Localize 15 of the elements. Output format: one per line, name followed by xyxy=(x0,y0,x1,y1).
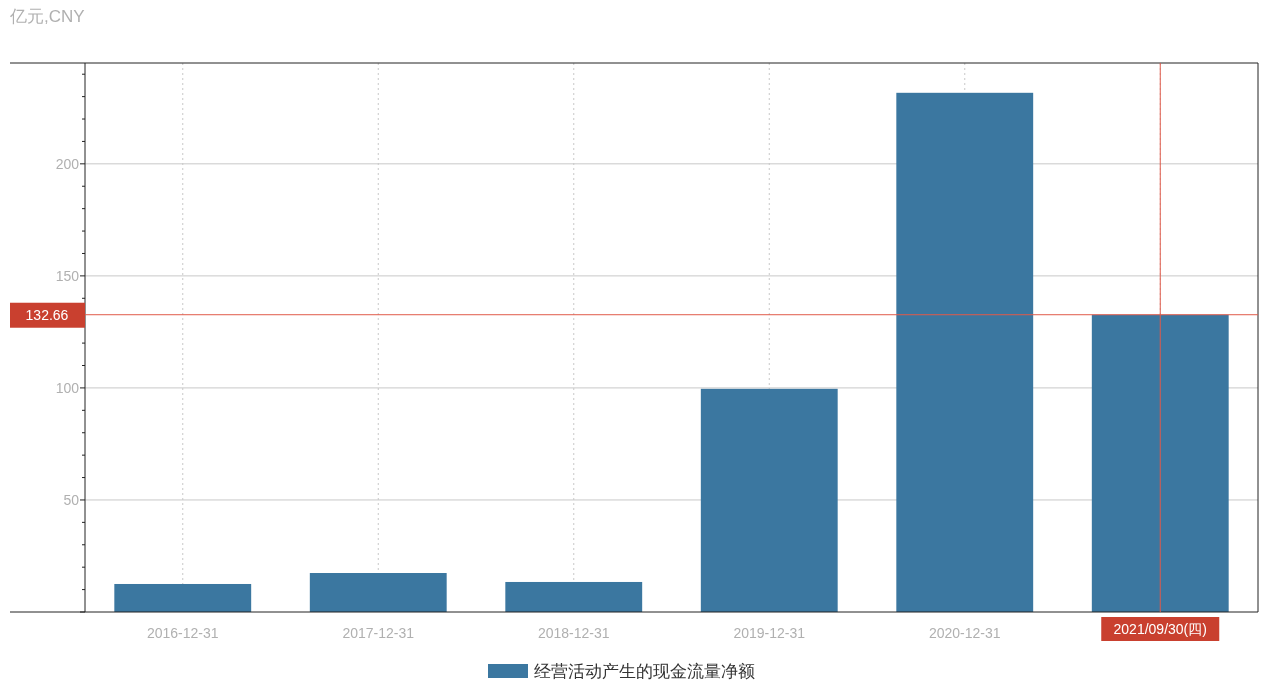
axis-label: 2020-12-31 xyxy=(928,625,1001,641)
x-tick-label: 2021/09/30(四) xyxy=(1113,621,1207,637)
axis-label: 2019-12-31 xyxy=(733,625,806,641)
crosshair-date-label: 2021/09/30(四) xyxy=(1101,617,1220,641)
axis-label: 2016-12-31 xyxy=(146,625,219,641)
axis-unit: 亿元,CNY xyxy=(10,6,85,28)
ref-line-label: 132.66 xyxy=(25,306,69,323)
axis-label: 2018-12-31 xyxy=(537,625,610,641)
axis-label: 200 xyxy=(55,155,79,172)
axis-label: 2017-12-31 xyxy=(342,625,415,641)
axis-label: 50 xyxy=(63,491,79,508)
legend-label: 经营活动产生的现金流量净额 xyxy=(534,662,755,681)
axis-label: 100 xyxy=(55,379,79,396)
crosshair-value-label: 132.66 xyxy=(10,302,85,328)
axis-label: 150 xyxy=(55,267,79,284)
